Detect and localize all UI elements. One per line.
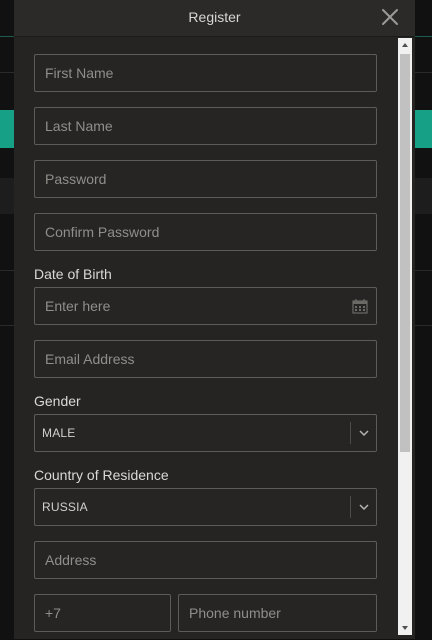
phone-code-input[interactable] [35, 595, 170, 631]
first-name-input[interactable] [35, 55, 376, 91]
select-divider [350, 496, 351, 518]
last-name-input[interactable] [35, 108, 376, 144]
phone-number-field[interactable] [178, 594, 377, 632]
scroll-up-button[interactable] [398, 38, 412, 52]
close-button[interactable] [379, 6, 401, 28]
last-name-field[interactable] [34, 107, 377, 145]
select-divider [350, 422, 351, 444]
register-modal: Register Date of Birth [14, 0, 415, 639]
confirm-password-field[interactable] [34, 213, 377, 251]
gender-select[interactable]: MALE [34, 414, 377, 452]
chevron-down-icon [359, 430, 369, 437]
address-field[interactable] [34, 541, 377, 579]
country-label: Country of Residence [34, 467, 169, 483]
address-input[interactable] [35, 542, 376, 578]
close-icon [382, 9, 398, 25]
confirm-password-input[interactable] [35, 214, 376, 250]
country-select-value: RUSSIA [42, 500, 88, 514]
gender-label: Gender [34, 393, 81, 409]
email-field[interactable] [34, 340, 377, 378]
phone-code-field[interactable] [34, 594, 171, 632]
modal-scrollbar[interactable] [398, 38, 412, 635]
scroll-thumb[interactable] [400, 54, 410, 452]
scroll-up-arrow-icon [402, 43, 408, 47]
password-field[interactable] [34, 160, 377, 198]
gender-select-value: MALE [42, 426, 76, 440]
first-name-field[interactable] [34, 54, 377, 92]
scroll-down-button[interactable] [398, 621, 412, 635]
scroll-down-arrow-icon [402, 626, 408, 630]
modal-title: Register [188, 9, 241, 25]
chevron-down-icon [359, 504, 369, 511]
dob-input[interactable] [35, 288, 376, 324]
phone-number-input[interactable] [179, 595, 376, 631]
dob-label: Date of Birth [34, 266, 112, 282]
calendar-icon[interactable] [352, 298, 368, 314]
country-select[interactable]: RUSSIA [34, 488, 377, 526]
modal-header: Register [14, 0, 415, 37]
dob-field[interactable] [34, 287, 377, 325]
password-input[interactable] [35, 161, 376, 197]
email-input[interactable] [35, 341, 376, 377]
